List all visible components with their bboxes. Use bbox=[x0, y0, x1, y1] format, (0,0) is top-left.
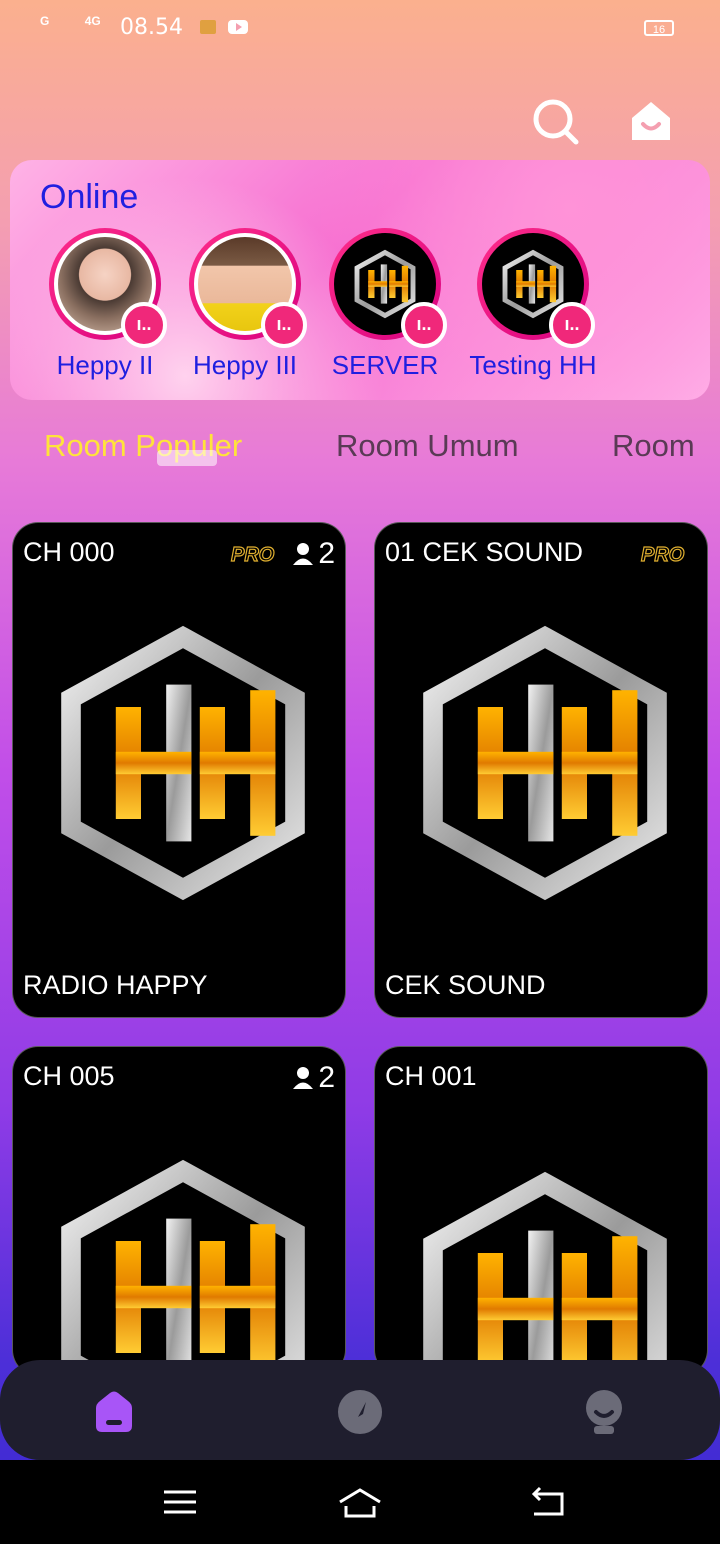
hh-logo-icon bbox=[43, 623, 323, 903]
signal-label-g: G bbox=[40, 14, 50, 28]
room-channel: 01 CEK SOUND bbox=[385, 537, 584, 567]
hh-logo-icon bbox=[43, 1157, 323, 1376]
room-user-count-value: 2 bbox=[318, 537, 335, 570]
battery-indicator: 16 bbox=[644, 20, 674, 36]
room-card[interactable]: CH 001 bbox=[374, 1046, 708, 1376]
online-user-name: SERVER bbox=[331, 350, 439, 380]
room-card[interactable]: 01 CEK SOUND PRO CEK SOUND bbox=[374, 522, 708, 1018]
tab-room[interactable]: Room bbox=[612, 428, 695, 464]
room-name: RADIO HAPPY bbox=[23, 970, 208, 1000]
online-user-name: Heppy III bbox=[192, 350, 298, 380]
room-channel: CH 000 bbox=[23, 537, 115, 567]
pro-badge-icon: PRO bbox=[230, 543, 275, 566]
signal-indicator: G 4G bbox=[40, 14, 101, 28]
youtube-icon bbox=[228, 20, 248, 34]
avatar[interactable]: ı.. bbox=[49, 228, 167, 348]
search-icon[interactable] bbox=[530, 96, 580, 146]
online-user-name: Heppy II bbox=[56, 350, 154, 380]
online-user[interactable]: ı.. Heppy II bbox=[35, 228, 175, 381]
home-smile-icon[interactable] bbox=[626, 96, 676, 146]
svg-text:PRO: PRO bbox=[231, 544, 275, 566]
online-users-panel: Online ı.. Heppy II ı.. Heppy III ı.. SE… bbox=[10, 160, 710, 400]
online-user[interactable]: ı.. SERVER bbox=[315, 228, 455, 381]
tab-indicator bbox=[157, 450, 217, 466]
svg-text:PRO: PRO bbox=[641, 544, 685, 566]
room-card[interactable]: CH 000 PRO 2 RADIO HAPPY bbox=[12, 522, 346, 1018]
back-icon[interactable] bbox=[526, 1484, 570, 1520]
tab-room-umum[interactable]: Room Umum bbox=[336, 428, 519, 464]
avatar[interactable]: ı.. bbox=[189, 228, 307, 348]
person-icon bbox=[293, 1067, 314, 1089]
home-icon[interactable] bbox=[90, 1388, 138, 1436]
online-user-name: Testing HH bbox=[469, 350, 597, 380]
person-icon bbox=[293, 543, 314, 565]
online-user[interactable]: ı.. Testing HH bbox=[463, 228, 603, 381]
live-badge-icon: ı.. bbox=[121, 302, 167, 348]
live-badge-icon: ı.. bbox=[261, 302, 307, 348]
room-user-count: 2 bbox=[292, 537, 335, 571]
menu-icon[interactable] bbox=[158, 1484, 202, 1520]
online-user[interactable]: ı.. Heppy III bbox=[175, 228, 315, 381]
room-tabs: Room Populer Room Umum Room bbox=[0, 428, 720, 478]
signal-label-4g: 4G bbox=[84, 14, 101, 28]
room-user-count-value: 2 bbox=[318, 1061, 335, 1094]
avatar[interactable]: ı.. bbox=[477, 228, 595, 348]
profile-icon[interactable] bbox=[580, 1388, 628, 1436]
room-user-count: 2 bbox=[292, 1061, 335, 1095]
status-bar: G 4G 08.54 16 bbox=[0, 0, 720, 56]
live-badge-icon: ı.. bbox=[549, 302, 595, 348]
room-name: CEK SOUND bbox=[385, 970, 546, 1000]
room-card[interactable]: CH 005 2 bbox=[12, 1046, 346, 1376]
bottom-navigation bbox=[0, 1360, 720, 1460]
pro-badge-icon: PRO bbox=[640, 543, 685, 566]
hh-logo-icon bbox=[405, 1169, 685, 1376]
app-notification-icon bbox=[200, 20, 216, 34]
online-title: Online bbox=[40, 178, 139, 216]
live-badge-icon: ı.. bbox=[401, 302, 447, 348]
hh-logo-icon bbox=[405, 623, 685, 903]
compass-icon[interactable] bbox=[336, 1388, 384, 1436]
room-channel: CH 001 bbox=[385, 1061, 477, 1091]
clock: 08.54 bbox=[120, 15, 183, 40]
avatar[interactable]: ı.. bbox=[329, 228, 447, 348]
room-channel: CH 005 bbox=[23, 1061, 115, 1091]
system-home-icon[interactable] bbox=[338, 1484, 382, 1520]
system-navigation-bar bbox=[0, 1460, 720, 1544]
